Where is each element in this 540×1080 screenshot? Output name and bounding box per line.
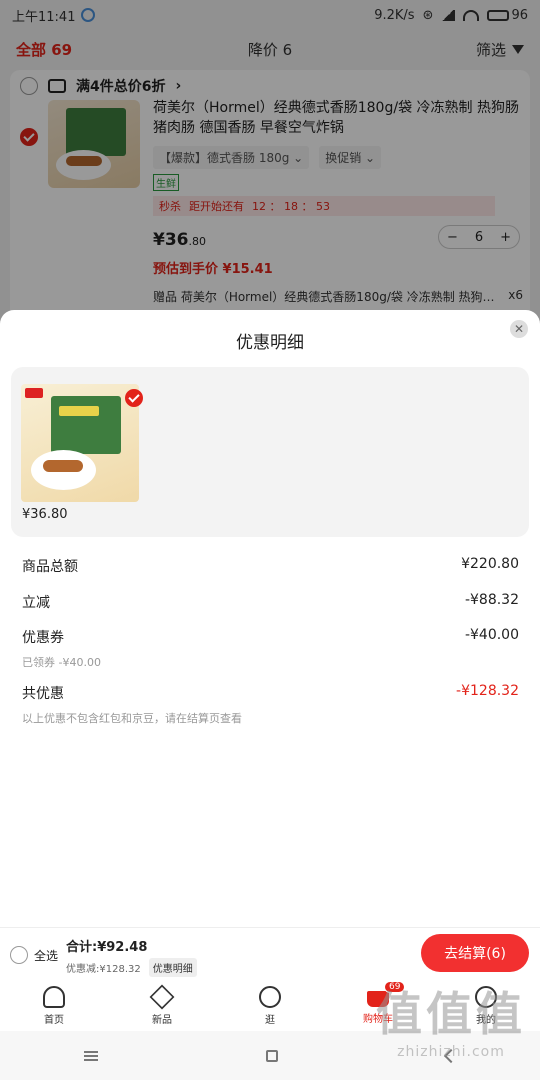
select-all[interactable]: 全选	[10, 946, 58, 964]
modal-overlay[interactable]	[0, 0, 540, 330]
cube-icon	[149, 984, 175, 1010]
checkout-bar: 全选 合计:¥92.48 优惠减:¥128.32 优惠明细 去结算(6)	[0, 927, 540, 981]
discount-footnote: 以上优惠不包含红包和京豆，请在结算页查看	[22, 712, 242, 725]
close-button[interactable]: ✕	[510, 320, 528, 338]
tab-browse[interactable]: 逛	[216, 981, 324, 1031]
goods-check-icon	[125, 389, 143, 407]
goods-total-row: 商品总额 ¥220.80	[22, 556, 519, 576]
instant-discount-row: 立减 -¥88.32	[22, 592, 519, 612]
total-discount-label: 共优惠	[22, 686, 64, 702]
instant-discount-label: 立减	[22, 595, 50, 611]
goods-image[interactable]	[21, 384, 139, 502]
watermark: 值值值 zhizhizhi.com	[376, 978, 526, 1060]
sausage-shape	[43, 460, 83, 472]
face-icon	[259, 986, 281, 1008]
tab-new-label: 新品	[152, 1015, 172, 1026]
coupon-note: 已领券 -¥40.00	[22, 656, 101, 669]
package-shape	[51, 396, 121, 454]
tab-new[interactable]: 新品	[108, 981, 216, 1031]
brand-logo	[25, 388, 43, 398]
total-amount: 合计:¥92.48	[66, 940, 148, 955]
select-all-checkbox[interactable]	[10, 946, 28, 964]
instant-discount-value: -¥88.32	[464, 592, 519, 608]
discount-detail-button[interactable]: 优惠明细	[148, 958, 197, 977]
coupon-value: -¥40.00	[464, 627, 519, 643]
goods-total-value: ¥220.80	[461, 556, 519, 572]
watermark-url: zhizhizhi.com	[397, 1044, 505, 1060]
coupon-row: 优惠券 -¥40.00	[22, 627, 519, 647]
total-discount-value: -¥128.32	[456, 683, 519, 699]
menu-icon[interactable]	[84, 1050, 98, 1061]
watermark-logo: 值值值	[376, 987, 526, 1041]
package-label-shape	[59, 406, 99, 416]
goods-total-label: 商品总额	[22, 559, 78, 575]
coupon-label: 优惠券	[22, 630, 64, 646]
goods-price: ¥36.80	[22, 507, 68, 522]
close-icon: ✕	[513, 322, 525, 336]
total-discount-row: 共优惠 -¥128.32	[22, 683, 519, 703]
home-icon	[43, 986, 65, 1008]
home-nav-icon[interactable]	[266, 1049, 278, 1062]
discount-amount: 优惠减:¥128.32	[66, 964, 141, 975]
goods-panel: ¥36.80	[11, 367, 529, 537]
discount-line: 优惠减:¥128.32 优惠明细	[66, 958, 197, 977]
tab-home[interactable]: 首页	[0, 981, 108, 1031]
discount-detail-sheet: 优惠明细 ✕ ¥36.80 商品总额 ¥220.80 立减 -¥88.32 优惠…	[0, 310, 540, 930]
sheet-title: 优惠明细	[236, 333, 304, 353]
select-all-label: 全选	[34, 948, 59, 963]
checkout-button[interactable]: 去结算(6)	[421, 934, 529, 972]
tab-browse-label: 逛	[265, 1015, 275, 1026]
tab-home-label: 首页	[44, 1015, 64, 1026]
